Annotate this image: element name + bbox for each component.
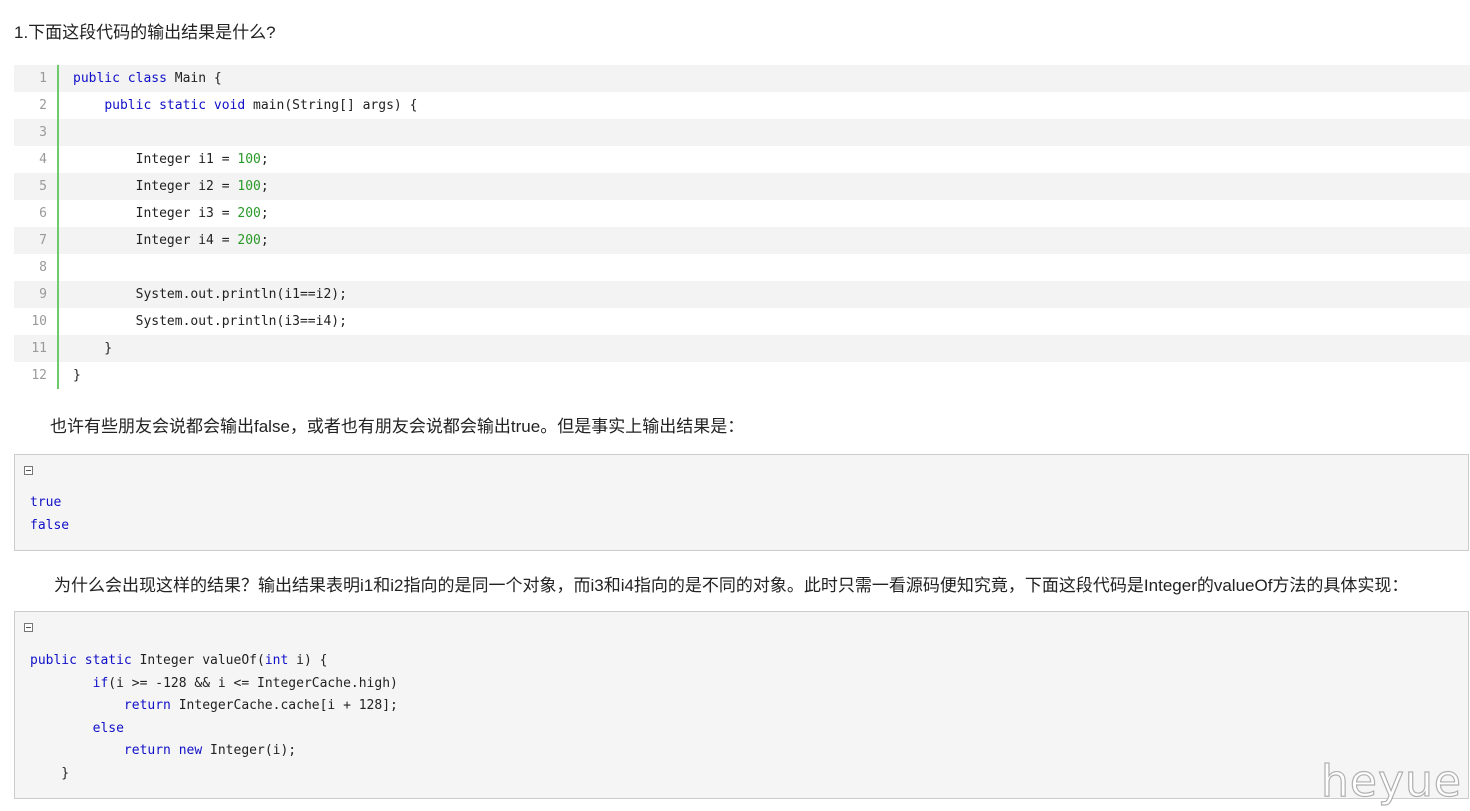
collapse-icon[interactable] <box>24 623 33 632</box>
code-line: 1 public class Main { <box>14 65 1470 92</box>
line-number: 6 <box>14 200 59 227</box>
code-text: Integer i2 = 100; <box>59 173 269 200</box>
code-token: true <box>30 495 62 510</box>
code-line: false <box>30 515 69 538</box>
code-block-main: 1 public class Main {2 public static void… <box>14 65 1470 389</box>
line-number: 2 <box>14 92 59 119</box>
code-line: return new Integer(i); <box>30 740 398 763</box>
code-token: ; <box>260 179 269 194</box>
code-token: return new <box>123 743 203 759</box>
code-token: if <box>92 675 109 691</box>
code-text: System.out.println(i3==i4); <box>59 308 347 335</box>
code-line: 12} <box>14 362 1470 389</box>
code-token: Integer valueOf( <box>131 653 265 668</box>
code-token: (i >= -128 && i <= IntegerCache.high) <box>108 675 398 691</box>
code-token: Integer i1 = <box>73 152 238 167</box>
line-number: 9 <box>14 281 59 308</box>
code-line: 9 System.out.println(i1==i2); <box>14 281 1470 308</box>
code-token: public static <box>30 653 132 668</box>
collapse-icon[interactable] <box>24 466 33 475</box>
line-number: 5 <box>14 173 59 200</box>
code-line: 2 public static void main(String[] args)… <box>14 92 1470 119</box>
line-number: 7 <box>14 227 59 254</box>
question-heading: 1.下面这段代码的输出结果是什么? <box>14 23 276 42</box>
output-lines: true false <box>30 492 69 537</box>
code-token: Integer i2 = <box>73 179 238 194</box>
line-number: 10 <box>14 308 59 335</box>
code-token: Integer i3 = <box>73 206 238 221</box>
code-token: ; <box>260 233 269 248</box>
code-token: false <box>30 517 70 533</box>
code-token: public class <box>73 71 167 86</box>
code-token: main(String[] args) { <box>245 98 418 113</box>
paragraph-reason: 为什么会出现这样的结果？输出结果表明i1和i2指向的是同一个对象，而i3和i4指… <box>54 576 1409 595</box>
code-token: 200 <box>237 233 261 248</box>
code-token: i) { <box>288 653 328 668</box>
valueof-lines: public static Integer valueOf(int i) { i… <box>30 650 398 786</box>
output-code-block: true false <box>14 454 1469 551</box>
code-line: } <box>30 763 398 786</box>
code-token: 200 <box>237 206 261 221</box>
code-token: ; <box>260 152 269 167</box>
code-text: System.out.println(i1==i2); <box>59 281 347 308</box>
code-text: Integer i3 = 200; <box>59 200 269 227</box>
code-text: } <box>59 362 81 389</box>
code-line: true <box>30 492 69 515</box>
code-line: 4 Integer i1 = 100; <box>14 146 1470 173</box>
valueof-code-block: public static Integer valueOf(int i) { i… <box>14 611 1469 799</box>
code-text: public static void main(String[] args) { <box>59 92 417 119</box>
code-line: else <box>30 718 398 741</box>
code-line: 10 System.out.println(i3==i4); <box>14 308 1470 335</box>
code-text: public class Main { <box>59 65 222 92</box>
paragraph-explanation: 也许有些朋友会说都会输出false，或者也有朋友会说都会输出true。但是事实上… <box>50 417 745 436</box>
code-token: 100 <box>237 152 261 167</box>
line-number: 4 <box>14 146 59 173</box>
line-number: 8 <box>14 254 59 281</box>
code-token: int <box>264 653 289 668</box>
code-token: public static void <box>104 98 246 113</box>
code-text: Integer i4 = 200; <box>59 227 269 254</box>
code-token: Main { <box>166 71 222 86</box>
code-token: return <box>123 698 171 714</box>
line-number: 3 <box>14 119 59 146</box>
line-number: 12 <box>14 362 59 389</box>
code-token: else <box>92 720 124 736</box>
code-text: Integer i1 = 100; <box>59 146 269 173</box>
code-token: Integer i4 = <box>73 233 238 248</box>
code-line: return IntegerCache.cache[i + 128]; <box>30 695 398 718</box>
watermark: heyue <box>1320 755 1462 807</box>
code-line: 3 <box>14 119 1470 146</box>
code-line: 11 } <box>14 335 1470 362</box>
code-token: System.out.println(i3==i4); <box>73 314 347 329</box>
code-line: if(i >= -128 && i <= IntegerCache.high) <box>30 673 398 696</box>
code-token: System.out.println(i1==i2); <box>73 287 347 302</box>
code-token: ; <box>260 206 269 221</box>
code-token: 100 <box>237 179 261 194</box>
code-line: 5 Integer i2 = 100; <box>14 173 1470 200</box>
code-token: IntegerCache.cache[i + 128]; <box>170 698 398 714</box>
code-token: Integer(i); <box>202 743 297 759</box>
code-line: public static Integer valueOf(int i) { <box>30 650 398 673</box>
code-text: } <box>59 335 112 362</box>
code-line: 8 <box>14 254 1470 281</box>
code-line: 7 Integer i4 = 200; <box>14 227 1470 254</box>
code-token: } <box>73 341 113 356</box>
code-token: } <box>73 368 81 383</box>
code-line: 6 Integer i3 = 200; <box>14 200 1470 227</box>
line-number: 1 <box>14 65 59 92</box>
code-token: } <box>30 765 70 781</box>
line-number: 11 <box>14 335 59 362</box>
